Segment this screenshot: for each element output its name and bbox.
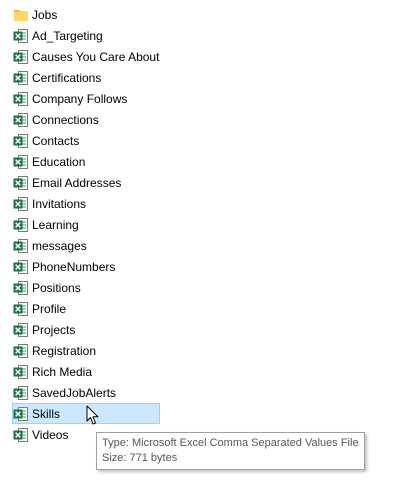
- excel-csv-icon: [13, 238, 29, 254]
- file-item-company-follows[interactable]: Company Follows: [12, 88, 160, 109]
- file-label: Contacts: [32, 134, 80, 148]
- file-label: Certifications: [32, 71, 102, 85]
- file-label: Email Addresses: [32, 176, 122, 190]
- file-label: Positions: [32, 281, 81, 295]
- file-label: messages: [32, 239, 87, 253]
- file-label: Registration: [32, 344, 97, 358]
- file-label: Invitations: [32, 197, 87, 211]
- file-info-tooltip: Type: Microsoft Excel Comma Separated Va…: [96, 432, 365, 470]
- mouse-pointer-icon: [86, 405, 99, 426]
- file-label: Connections: [32, 113, 99, 127]
- excel-csv-icon: [13, 385, 29, 401]
- file-item-positions[interactable]: Positions: [12, 277, 160, 298]
- excel-csv-icon: [13, 406, 29, 422]
- excel-csv-icon: [13, 301, 29, 317]
- excel-csv-icon: [13, 343, 29, 359]
- file-label: Profile: [32, 302, 67, 316]
- excel-csv-icon: [13, 217, 29, 233]
- file-label: Learning: [32, 218, 79, 232]
- file-item-connections[interactable]: Connections: [12, 109, 160, 130]
- file-label: Videos: [32, 428, 69, 442]
- file-item-messages[interactable]: messages: [12, 235, 160, 256]
- file-item-invitations[interactable]: Invitations: [12, 193, 160, 214]
- file-label: SavedJobAlerts: [32, 386, 117, 400]
- file-item-rich-media[interactable]: Rich Media: [12, 361, 160, 382]
- excel-csv-icon: [13, 259, 29, 275]
- file-label: Ad_Targeting: [32, 29, 103, 43]
- file-label: Company Follows: [32, 92, 128, 106]
- tooltip-type-line: Type: Microsoft Excel Comma Separated Va…: [102, 437, 359, 449]
- file-item-projects[interactable]: Projects: [12, 319, 160, 340]
- file-item-email-addresses[interactable]: Email Addresses: [12, 172, 160, 193]
- excel-csv-icon: [13, 70, 29, 86]
- file-label: Rich Media: [32, 365, 93, 379]
- file-item-certifications[interactable]: Certifications: [12, 67, 160, 88]
- file-label: Education: [32, 155, 86, 169]
- excel-csv-icon: [13, 175, 29, 191]
- folder-item-jobs[interactable]: Jobs: [12, 4, 160, 25]
- file-item-savedjobalerts[interactable]: SavedJobAlerts: [12, 382, 160, 403]
- file-item-learning[interactable]: Learning: [12, 214, 160, 235]
- excel-csv-icon: [13, 112, 29, 128]
- file-item-registration[interactable]: Registration: [12, 340, 160, 361]
- excel-csv-icon: [13, 133, 29, 149]
- excel-csv-icon: [13, 364, 29, 380]
- excel-csv-icon: [13, 154, 29, 170]
- excel-csv-icon: [13, 91, 29, 107]
- excel-csv-icon: [13, 196, 29, 212]
- file-item-education[interactable]: Education: [12, 151, 160, 172]
- excel-csv-icon: [13, 322, 29, 338]
- excel-csv-icon: [13, 28, 29, 44]
- folder-icon: [13, 7, 29, 23]
- excel-csv-icon: [13, 49, 29, 65]
- file-item-causes-you-care-about[interactable]: Causes You Care About: [12, 46, 160, 67]
- file-label: Projects: [32, 323, 76, 337]
- tooltip-size-line: Size: 771 bytes: [102, 452, 178, 464]
- file-item-ad-targeting[interactable]: Ad_Targeting: [12, 25, 160, 46]
- excel-csv-icon: [13, 427, 29, 443]
- file-label: PhoneNumbers: [32, 260, 116, 274]
- folder-label: Jobs: [32, 8, 58, 22]
- file-label: Causes You Care About: [32, 50, 160, 64]
- file-list: Jobs Ad_Targeting Causes You Care About Ce…: [12, 4, 160, 445]
- file-item-profile[interactable]: Profile: [12, 298, 160, 319]
- file-item-phonenumbers[interactable]: PhoneNumbers: [12, 256, 160, 277]
- file-label: Skills: [32, 407, 61, 421]
- file-item-contacts[interactable]: Contacts: [12, 130, 160, 151]
- excel-csv-icon: [13, 280, 29, 296]
